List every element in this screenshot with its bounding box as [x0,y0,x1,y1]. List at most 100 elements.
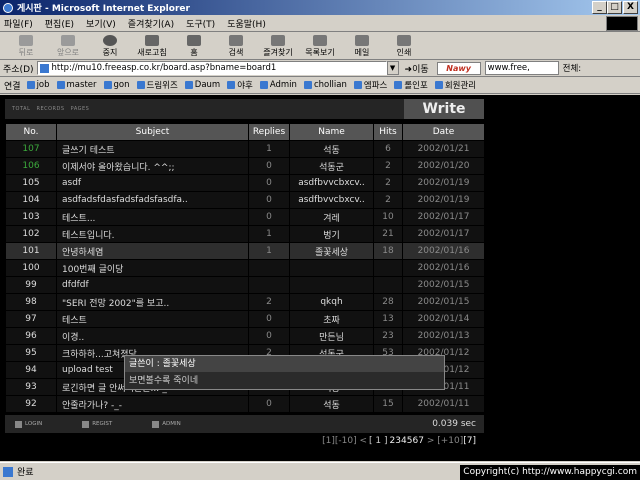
menu-view[interactable]: 보기(V) [86,17,116,30]
post-preview-tooltip: 글쓴이 : 졸꽃세상 보면볼수록 죽이네 [124,355,445,390]
search-all-label: 전체: [562,64,582,74]
cell-replies: 0 [248,395,290,413]
table-row[interactable]: 98 "SERI 전망 2002"를 보고.. 2 qkqh 28 2002/01/15 [5,293,485,311]
search-box-input[interactable]: www.free, [484,61,559,75]
table-row[interactable]: 104 asdfadsfdasfadsfadsfasdfa.. 0 asdfbvvcb… [5,191,485,209]
cell-name: asdfbvvcbxcv.. [289,174,374,192]
col-date: Date [402,123,485,141]
menu-edit[interactable]: 편집(E) [45,17,74,30]
copyright-text: Copyright(c) http://www.happycgi.com [460,465,640,480]
table-row[interactable]: 106 이제서야 올아왔습니다. ^^;; 0 석동군 2 2002/01/20 [5,157,485,175]
mail-button[interactable]: 메일 [342,34,382,58]
link-chollian[interactable]: chollian [303,80,347,90]
cell-subject[interactable]: 이경.. [56,327,249,345]
cell-subject[interactable]: 테스트 [56,310,249,328]
go-button[interactable]: ➜이동 [405,62,429,75]
search-button[interactable]: 검색 [216,34,256,58]
maximize-button[interactable]: □ [607,1,622,14]
col-hits: Hits [373,123,403,141]
cell-no: 93 [5,378,57,396]
table-row[interactable]: 96 이경.. 0 만든님 23 2002/01/13 [5,327,485,345]
table-row[interactable]: 100 100번째 글이당 2002/01/16 [5,259,485,277]
link-icon [303,81,312,89]
link-daum[interactable]: Daum [184,80,220,90]
table-row[interactable]: 92 안줄라가나? -_- 0 석동 15 2002/01/11 [5,395,485,413]
search-icon [229,34,243,46]
table-row[interactable]: 102 테스트입니다. 1 벙기 21 2002/01/17 [5,225,485,243]
pager-first[interactable]: [1] [322,436,335,446]
menu-favorites[interactable]: 즐겨찾기(A) [128,17,174,30]
menu-tools[interactable]: 도구(T) [186,17,215,30]
forward-button[interactable]: 앞으로 [48,34,88,58]
stop-button[interactable]: 중지 [90,34,130,58]
pager-next10[interactable]: [+10] [437,436,463,446]
link-member-admin[interactable]: 회원관리 [434,79,476,91]
cell-subject[interactable]: asdfadsfdasfadsfadsfasdfa.. [56,191,249,209]
pager-prev10[interactable]: [-10] [335,436,357,446]
cell-subject[interactable]: 글쓰기 테스트 [56,140,249,158]
table-row[interactable]: 99 dfdfdf 2002/01/15 [5,276,485,294]
status-bar: 완료 Copyright(c) http://www.happycgi.com [0,462,640,480]
history-button[interactable]: 목록보기 [300,34,340,58]
cell-date: 2002/01/11 [402,395,485,413]
pager-gt[interactable]: > [427,436,435,446]
close-button[interactable]: X [623,1,638,14]
cell-hits: 2 [373,174,403,192]
history-icon [313,34,327,46]
col-name: Name [289,123,374,141]
home-button[interactable]: 홈 [174,34,214,58]
refresh-button[interactable]: 새로고침 [132,34,172,58]
cell-date: 2002/01/19 [402,174,485,192]
cell-subject[interactable]: 100번째 글이당 [56,259,249,277]
search-brand-logo: Nawy [436,61,481,75]
refresh-icon [145,34,159,46]
menu-file[interactable]: 파일(F) [4,17,33,30]
link-empas[interactable]: 엠파스 [353,79,387,91]
back-button[interactable]: 뒤로 [6,34,46,58]
link-job[interactable]: job [26,80,50,90]
cell-name: 벙기 [289,225,374,243]
table-row[interactable]: 103 테스트... 0 겨레 10 2002/01/17 [5,208,485,226]
link-admin[interactable]: Admin [259,80,297,90]
cell-replies [248,259,290,277]
minimize-button[interactable]: _ [592,1,607,14]
admin-button[interactable]: ADMIN [152,420,181,428]
cell-subject[interactable]: 테스트... [56,208,249,226]
pager-last[interactable]: [7] [463,436,476,446]
link-master[interactable]: master [56,80,97,90]
table-row[interactable]: 107 글쓰기 테스트 1 석동 6 2002/01/21 [5,140,485,158]
cell-subject[interactable]: 안녕하세염 [56,242,249,260]
table-row[interactable]: 101 안녕하세염 1 졸꽃세상 18 2002/01/16 [5,242,485,260]
cell-subject[interactable]: "SERI 전망 2002"를 보고.. [56,293,249,311]
pager-page-7[interactable]: 7 [418,436,424,446]
regist-button[interactable]: REGIST [82,420,112,428]
menu-help[interactable]: 도움말(H) [227,17,266,30]
cell-replies: 0 [248,174,290,192]
link-yahoo[interactable]: 야후 [227,79,253,91]
link-dreamwiz[interactable]: 드림위즈 [136,79,178,91]
cell-no: 101 [5,242,57,260]
cell-date: 2002/01/17 [402,225,485,243]
cell-no: 105 [5,174,57,192]
link-rollinfo[interactable]: 롤인포 [394,79,428,91]
cell-subject[interactable]: 테스트입니다. [56,225,249,243]
link-gon[interactable]: gon [103,80,130,90]
write-button[interactable]: Write [404,99,484,119]
cell-subject[interactable]: 안줄라가나? -_- [56,395,249,413]
favorites-button[interactable]: 즐겨찾기 [258,34,298,58]
address-dropdown-button[interactable]: ▼ [386,61,399,75]
cell-subject[interactable]: asdf [56,174,249,192]
link-icon [184,81,193,89]
cell-name [289,276,374,294]
cell-replies: 0 [248,208,290,226]
table-row[interactable]: 105 asdf 0 asdfbvvcbxcv.. 2 2002/01/19 [5,174,485,192]
cell-replies: 0 [248,191,290,209]
table-row[interactable]: 97 테스트 0 초짜 13 2002/01/14 [5,310,485,328]
print-button[interactable]: 인쇄 [384,34,424,58]
pager-lt[interactable]: < [360,436,368,446]
address-input[interactable]: http://mu10.freeasp.co.kr/board.asp?bnam… [36,61,387,75]
cell-subject[interactable]: 이제서야 올아왔습니다. ^^;; [56,157,249,175]
cell-subject[interactable]: dfdfdf [56,276,249,294]
cell-hits: 2 [373,157,403,175]
login-button[interactable]: LOGIN [15,420,42,428]
